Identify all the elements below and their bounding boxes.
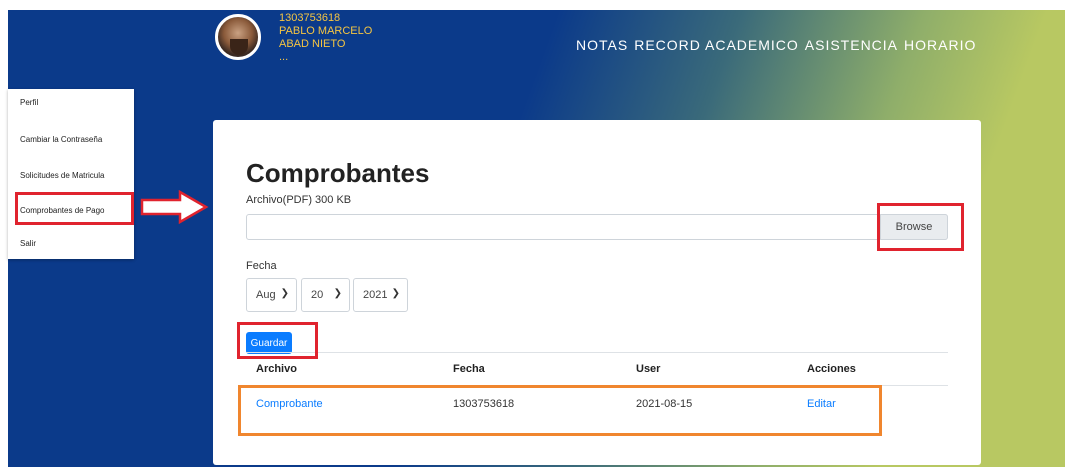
sidebar-item-cambiar-contrasena[interactable]: Cambiar la Contraseña bbox=[20, 135, 102, 144]
sidebar-item-salir[interactable]: Salir bbox=[20, 239, 36, 248]
month-value: Aug bbox=[256, 289, 276, 301]
user-last-name: ABAD NIETO bbox=[279, 38, 346, 50]
table-header-acciones: Acciones bbox=[807, 363, 856, 375]
user-info: 1303753618 PABLO MARCELO ABAD NIETO ... bbox=[279, 12, 372, 64]
row-archivo-link[interactable]: Comprobante bbox=[256, 398, 323, 410]
top-nav: NOTAS RECORD ACADEMICO ASISTENCIA HORARI… bbox=[576, 37, 976, 53]
day-value: 20 bbox=[311, 289, 324, 301]
nav-item-notas[interactable]: NOTAS bbox=[576, 37, 628, 53]
user-more: ... bbox=[279, 51, 289, 63]
page-title: Comprobantes bbox=[246, 158, 430, 188]
user-first-name: PABLO MARCELO bbox=[279, 25, 373, 37]
file-label: Archivo(PDF) 300 KB bbox=[246, 194, 352, 206]
user-id: 1303753618 bbox=[279, 12, 341, 24]
sidebar-item-perfil[interactable]: Perfil bbox=[20, 98, 38, 107]
year-select[interactable]: 2021 ❯ bbox=[353, 278, 408, 312]
table-header-fecha: Fecha bbox=[453, 363, 485, 375]
day-select[interactable]: 20 ❯ bbox=[301, 278, 350, 312]
table-header-user: User bbox=[636, 363, 661, 375]
sidebar-item-comprobantes[interactable]: Comprobantes de Pago bbox=[20, 206, 105, 215]
chevron-down-icon: ❯ bbox=[391, 288, 400, 299]
nav-item-horario[interactable]: HORARIO bbox=[904, 37, 976, 53]
year-value: 2021 bbox=[363, 289, 388, 301]
row-fecha: 1303753618 bbox=[453, 398, 515, 410]
chevron-down-icon: ❯ bbox=[280, 288, 289, 299]
date-label: Fecha bbox=[246, 260, 277, 272]
chevron-down-icon: ❯ bbox=[333, 288, 342, 299]
avatar-beard bbox=[230, 39, 248, 55]
avatar[interactable] bbox=[215, 14, 261, 60]
browse-button[interactable]: Browse bbox=[880, 214, 948, 240]
file-input[interactable]: Browse bbox=[246, 214, 948, 240]
row-user: 2021-08-15 bbox=[636, 398, 693, 410]
sidebar-menu: Perfil Cambiar la Contraseña Solicitudes… bbox=[8, 89, 134, 259]
table-header-archivo: Archivo bbox=[256, 363, 297, 375]
save-button[interactable]: Guardar bbox=[246, 332, 292, 354]
row-edit-link[interactable]: Editar bbox=[807, 398, 836, 410]
month-select[interactable]: Aug ❯ bbox=[246, 278, 297, 312]
table-top-divider bbox=[246, 352, 948, 353]
comprobantes-card: Comprobantes Archivo(PDF) 300 KB Browse … bbox=[213, 120, 981, 465]
arrow-right-icon bbox=[140, 190, 209, 224]
nav-item-asistencia[interactable]: ASISTENCIA bbox=[805, 37, 898, 53]
nav-item-record-academico[interactable]: RECORD ACADEMICO bbox=[634, 37, 799, 53]
sidebar-item-solicitudes[interactable]: Solicitudes de Matricula bbox=[20, 171, 104, 180]
table-header-divider bbox=[246, 385, 948, 386]
